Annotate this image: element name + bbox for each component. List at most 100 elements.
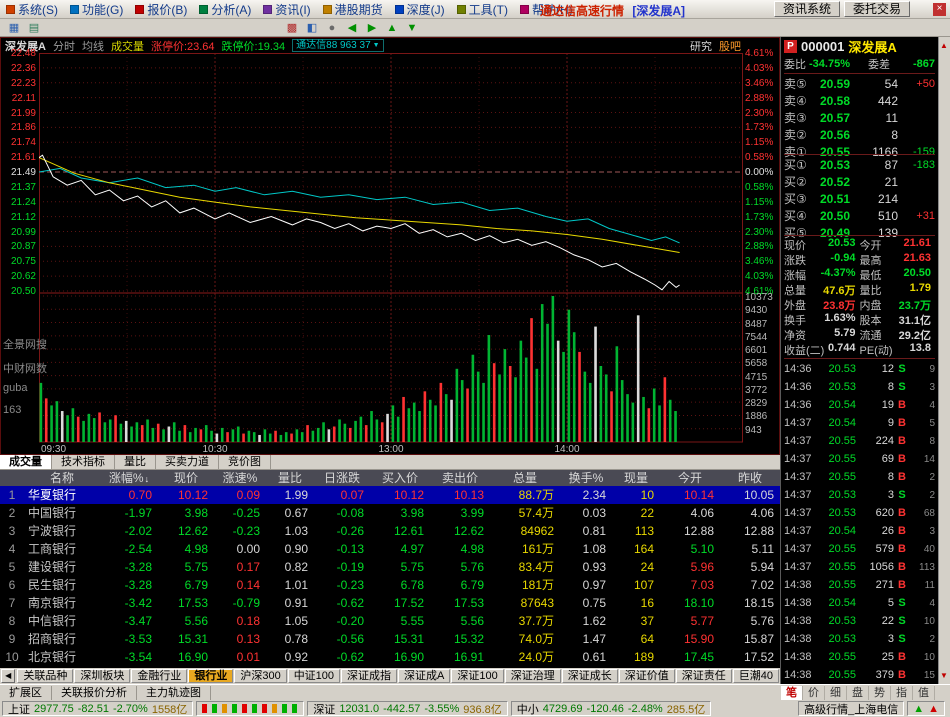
sector-tab-13[interactable]: 深证责任 bbox=[675, 669, 732, 683]
sector-tab-10[interactable]: 深证治理 bbox=[504, 669, 561, 683]
side-link-4[interactable]: 163 bbox=[3, 404, 21, 416]
toolbar-icon-6[interactable]: ▲ bbox=[383, 20, 401, 36]
menu-item-4[interactable]: 分析(A) bbox=[193, 0, 257, 18]
chart-mode-intraday[interactable]: 分时 bbox=[53, 38, 75, 54]
toolbar-icon-4[interactable]: ◀ bbox=[343, 20, 361, 36]
stock-row-6[interactable]: 6 民生银行 -3.28 6.79 0.14 1.01 -0.23 6.78 6.79 181万 0… bbox=[0, 576, 780, 594]
sector-tab-11[interactable]: 深证成长 bbox=[561, 669, 618, 683]
stock-row-9[interactable]: 9 招商银行 -3.53 15.31 0.13 0.78 -0.56 15.31 15.32 74… bbox=[0, 630, 780, 648]
sell-queue-level-2[interactable]: 卖④ 20.58 442 bbox=[784, 92, 935, 109]
stock-code[interactable]: 000001 bbox=[801, 39, 844, 54]
stock-row-3[interactable]: 3 宁波银行 -2.02 12.62 -0.23 1.03 -0.26 12.61 12.62 8… bbox=[0, 522, 780, 540]
toolbar-icon-7[interactable]: ▼ bbox=[403, 20, 421, 36]
sector-tab-7[interactable]: 深证成指 bbox=[341, 669, 398, 683]
buy-queue-level-4[interactable]: 买④ 20.50 510 +31 bbox=[784, 207, 935, 224]
panel-tab-2[interactable]: 价 bbox=[803, 686, 825, 700]
sector-tab-12[interactable]: 深证价值 bbox=[618, 669, 675, 683]
status-top-button-1[interactable]: 扩展区 bbox=[0, 685, 52, 700]
menu-item-7[interactable]: 深度(J) bbox=[389, 0, 451, 18]
column-header-7[interactable]: 买入价 bbox=[370, 470, 430, 486]
top-button-1[interactable]: 资讯系统 bbox=[773, 1, 840, 17]
chart-plot-area[interactable] bbox=[38, 52, 743, 444]
toolbar-icon-1[interactable]: ▩ bbox=[283, 20, 301, 36]
side-link-1[interactable]: 全景网搜 bbox=[3, 336, 47, 352]
buy-queue-level-1[interactable]: 买① 20.53 87 -183 bbox=[784, 156, 935, 173]
sector-tab-2[interactable]: 深圳板块 bbox=[74, 669, 131, 683]
status-top-button-3[interactable]: 主力轨迹图 bbox=[137, 685, 211, 700]
indicator-tab-5[interactable]: 竞价图 bbox=[219, 455, 271, 469]
strip-down-icon[interactable]: ▼ bbox=[940, 671, 948, 680]
column-header-4[interactable]: 涨速% bbox=[214, 470, 266, 486]
menu-item-8[interactable]: 工具(T) bbox=[451, 0, 514, 18]
sell-queue-level-4[interactable]: 卖② 20.56 8 bbox=[784, 126, 935, 143]
column-header-0[interactable] bbox=[0, 470, 24, 486]
column-header-13[interactable]: 昨收 bbox=[720, 470, 780, 486]
indicator-tab-1[interactable]: 成交量 bbox=[0, 455, 52, 469]
sector-tab-4[interactable]: 银行业 bbox=[188, 669, 234, 683]
toolbar-icon-2[interactable]: ◧ bbox=[303, 20, 321, 36]
stock-name[interactable]: 深发展A bbox=[848, 37, 896, 56]
panel-tab-7[interactable]: 值 bbox=[913, 686, 935, 700]
buy-queue-level-2[interactable]: 买② 20.52 21 bbox=[784, 173, 935, 190]
menu-item-2[interactable]: 功能(G) bbox=[64, 0, 129, 18]
toolbar-left-icon-1[interactable]: ▦ bbox=[5, 20, 23, 36]
scroll-left-button[interactable]: ◀ bbox=[1, 669, 16, 683]
panel-tab-5[interactable]: 势 bbox=[869, 686, 891, 700]
strip-up-icon[interactable]: ▲ bbox=[940, 41, 948, 50]
column-header-5[interactable]: 量比 bbox=[266, 470, 314, 486]
ad-dropdown[interactable]: 通达信88 963 37 ▼ bbox=[292, 39, 384, 52]
indicator-tab-2[interactable]: 技术指标 bbox=[52, 455, 115, 469]
stock-row-4[interactable]: 4 工商银行 -2.54 4.98 0.00 0.90 -0.13 4.97 4.98 161万 1… bbox=[0, 540, 780, 558]
top-button-2[interactable]: 委托交易 bbox=[843, 1, 910, 17]
indicator-tab-3[interactable]: 量比 bbox=[115, 455, 156, 469]
guba-link[interactable]: 股吧 bbox=[719, 38, 741, 54]
toolbar-icon-3[interactable]: ● bbox=[323, 20, 341, 36]
sell-queue-level-3[interactable]: 卖③ 20.57 11 bbox=[784, 109, 935, 126]
column-header-2[interactable]: 涨幅%↓ bbox=[100, 470, 158, 486]
column-header-11[interactable]: 现量 bbox=[612, 470, 660, 486]
stock-row-10[interactable]: 10 北京银行 -3.54 16.90 0.01 0.92 -0.62 16.90 16.91 2… bbox=[0, 648, 780, 666]
column-header-9[interactable]: 总量 bbox=[490, 470, 560, 486]
research-link[interactable]: 研究 bbox=[690, 38, 712, 54]
buy-queue-level-3[interactable]: 买③ 20.51 214 bbox=[784, 190, 935, 207]
chart-mode-average[interactable]: 均线 bbox=[82, 38, 104, 54]
stock-row-7[interactable]: 7 南京银行 -3.42 17.53 -0.79 0.91 -0.62 17.52 17.53 8… bbox=[0, 594, 780, 612]
panel-tab-6[interactable]: 指 bbox=[891, 686, 913, 700]
sector-tab-14[interactable]: 巨潮40 bbox=[732, 669, 779, 683]
close-icon[interactable]: × bbox=[933, 3, 946, 16]
status-arrow-icon-1[interactable]: ▲ bbox=[913, 703, 924, 715]
stock-name-cell: 北京银行 bbox=[28, 650, 77, 664]
stock-row-2[interactable]: 2 中国银行 -1.97 3.98 -0.25 0.67 -0.08 3.98 3.99 57.4… bbox=[0, 504, 780, 522]
sector-tab-9[interactable]: 深证100 bbox=[451, 669, 504, 683]
sector-tab-8[interactable]: 深证成A bbox=[398, 669, 451, 683]
stock-row-5[interactable]: 5 建设银行 -3.28 5.75 0.17 0.82 -0.19 5.75 5.76 83.4万… bbox=[0, 558, 780, 576]
column-header-1[interactable]: 名称 bbox=[24, 470, 100, 486]
side-link-3[interactable]: guba bbox=[3, 382, 27, 394]
toolbar-left-icon-2[interactable]: ▤ bbox=[25, 20, 43, 36]
stock-row-8[interactable]: 8 中信银行 -3.47 5.56 0.18 1.05 -0.20 5.55 5.56 37.7万… bbox=[0, 612, 780, 630]
sector-tab-6[interactable]: 中证100 bbox=[287, 669, 341, 683]
sector-tab-1[interactable]: 关联品种 bbox=[17, 669, 74, 683]
menu-item-5[interactable]: 资讯(I) bbox=[257, 0, 316, 18]
panel-tab-4[interactable]: 盘 bbox=[847, 686, 869, 700]
sector-tab-3[interactable]: 金融行业 bbox=[131, 669, 188, 683]
panel-tab-1[interactable]: 笔 bbox=[781, 686, 803, 700]
panel-tab-3[interactable]: 细 bbox=[825, 686, 847, 700]
column-header-10[interactable]: 换手% bbox=[560, 470, 612, 486]
menu-item-1[interactable]: 系统(S) bbox=[0, 0, 64, 18]
column-header-12[interactable]: 今开 bbox=[660, 470, 720, 486]
column-header-3[interactable]: 现价 bbox=[158, 470, 214, 486]
toolbar-icon-5[interactable]: ▶ bbox=[363, 20, 381, 36]
stock-row-1[interactable]: 1 华夏银行 0.70 10.12 0.09 1.99 0.07 10.12 10.13 88.7… bbox=[0, 486, 780, 504]
menu-item-6[interactable]: 港股期货 bbox=[317, 0, 389, 18]
status-top-button-2[interactable]: 关联报价分析 bbox=[52, 685, 137, 700]
sell-queue-level-1[interactable]: 卖⑤ 20.59 54 +50 bbox=[784, 75, 935, 92]
column-header-6[interactable]: 日涨跌 bbox=[314, 470, 370, 486]
indicator-tab-4[interactable]: 买卖力道 bbox=[156, 455, 219, 469]
chart-mode-volume[interactable]: 成交量 bbox=[111, 38, 144, 54]
column-header-8[interactable]: 卖出价 bbox=[430, 470, 490, 486]
sector-tab-5[interactable]: 沪深300 bbox=[234, 669, 287, 683]
status-arrow-icon-2[interactable]: ▲ bbox=[928, 703, 939, 715]
side-link-2[interactable]: 中财网数 bbox=[3, 360, 47, 376]
menu-item-3[interactable]: 报价(B) bbox=[129, 0, 193, 18]
